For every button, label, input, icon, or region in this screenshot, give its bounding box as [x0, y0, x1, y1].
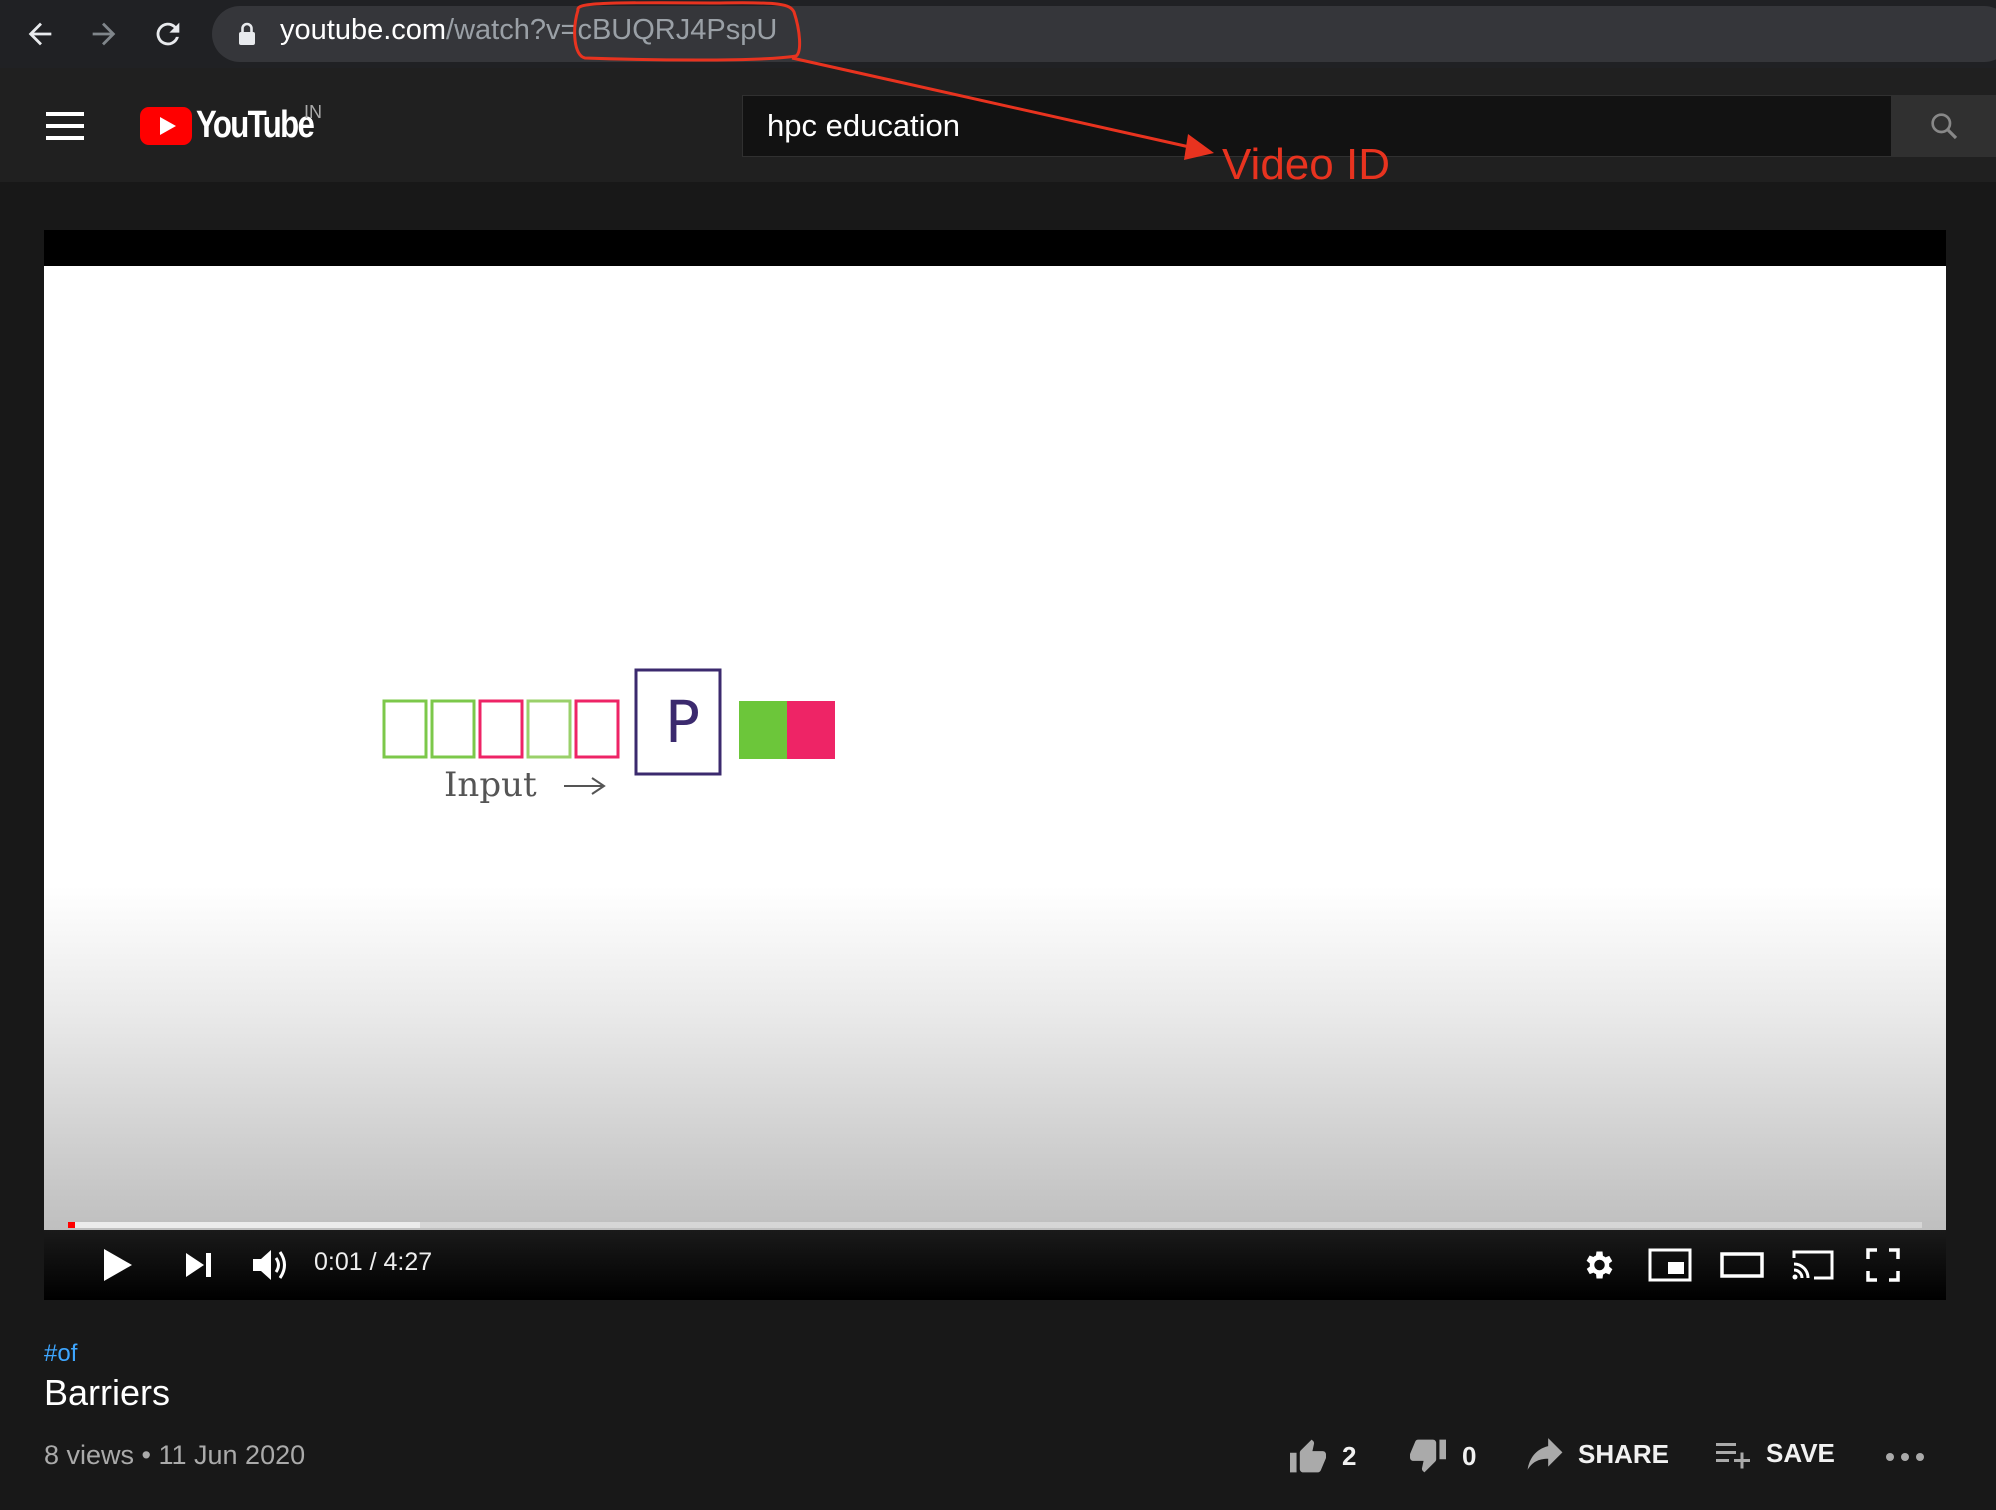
- input-arrow: [564, 777, 606, 795]
- dislike-count: 0: [1462, 1440, 1477, 1471]
- skip-next-icon: [186, 1253, 211, 1277]
- hashtag-link[interactable]: #of: [44, 1340, 77, 1368]
- video-frame[interactable]: P Input: [44, 266, 1946, 1266]
- volume-icon: [253, 1250, 286, 1280]
- time-current: 0:01: [314, 1248, 363, 1276]
- more-actions-button[interactable]: [1884, 1450, 1926, 1464]
- progress-buffered: [68, 1222, 421, 1228]
- time-display: 0:01 / 4:27: [314, 1248, 432, 1277]
- save-label: SAVE: [1766, 1438, 1835, 1468]
- annotation-circle: [573, 1, 802, 62]
- progress-bar[interactable]: [68, 1222, 1922, 1228]
- settings-button[interactable]: [1574, 1242, 1622, 1288]
- like-count: 2: [1342, 1440, 1357, 1471]
- video-diagram: P Input: [382, 668, 835, 805]
- progress-played: [68, 1222, 76, 1228]
- next-button[interactable]: [174, 1242, 224, 1288]
- fullscreen-button[interactable]: [1858, 1242, 1908, 1288]
- gear-icon: [1586, 1251, 1613, 1279]
- annotation-label: Video ID: [1222, 140, 1390, 189]
- save-button[interactable]: SAVE: [1714, 1438, 1835, 1469]
- annotation-overlay: [573, 1, 1214, 160]
- share-label: SHARE: [1578, 1438, 1670, 1469]
- input-label: Input: [444, 765, 537, 805]
- fullscreen-icon: [1866, 1248, 1900, 1282]
- more-horizontal-icon: [1886, 1453, 1924, 1461]
- share-icon: [1527, 1438, 1563, 1470]
- time-separator: /: [362, 1248, 384, 1276]
- video-player[interactable]: P Input 0:01 / 4:27: [44, 230, 1946, 1300]
- like-button[interactable]: 2: [1288, 1438, 1356, 1474]
- annotation-arrowhead: [1184, 134, 1214, 160]
- cast-button[interactable]: [1786, 1242, 1840, 1288]
- mute-button[interactable]: [244, 1240, 298, 1290]
- dislike-button[interactable]: 0: [1408, 1438, 1476, 1474]
- miniplayer-icon: [1648, 1248, 1692, 1282]
- thumbs-up-icon: [1290, 1439, 1326, 1473]
- annotation-arrow-line: [791, 56, 1195, 150]
- cast-icon: [1792, 1250, 1834, 1280]
- theater-mode-button[interactable]: [1716, 1242, 1768, 1288]
- share-button[interactable]: SHARE: [1526, 1438, 1669, 1470]
- play-button[interactable]: [92, 1242, 142, 1288]
- video-meta: 8 views • 11 Jun 2020: [44, 1440, 306, 1470]
- video-title: Barriers: [44, 1372, 171, 1413]
- playlist-add-icon: [1716, 1442, 1750, 1468]
- play-icon: [104, 1249, 132, 1281]
- processor-label: P: [665, 688, 700, 756]
- thumbs-down-icon: [1410, 1439, 1446, 1473]
- miniplayer-button[interactable]: [1644, 1242, 1696, 1288]
- time-total: 4:27: [383, 1248, 433, 1276]
- theater-mode-icon: [1720, 1252, 1764, 1278]
